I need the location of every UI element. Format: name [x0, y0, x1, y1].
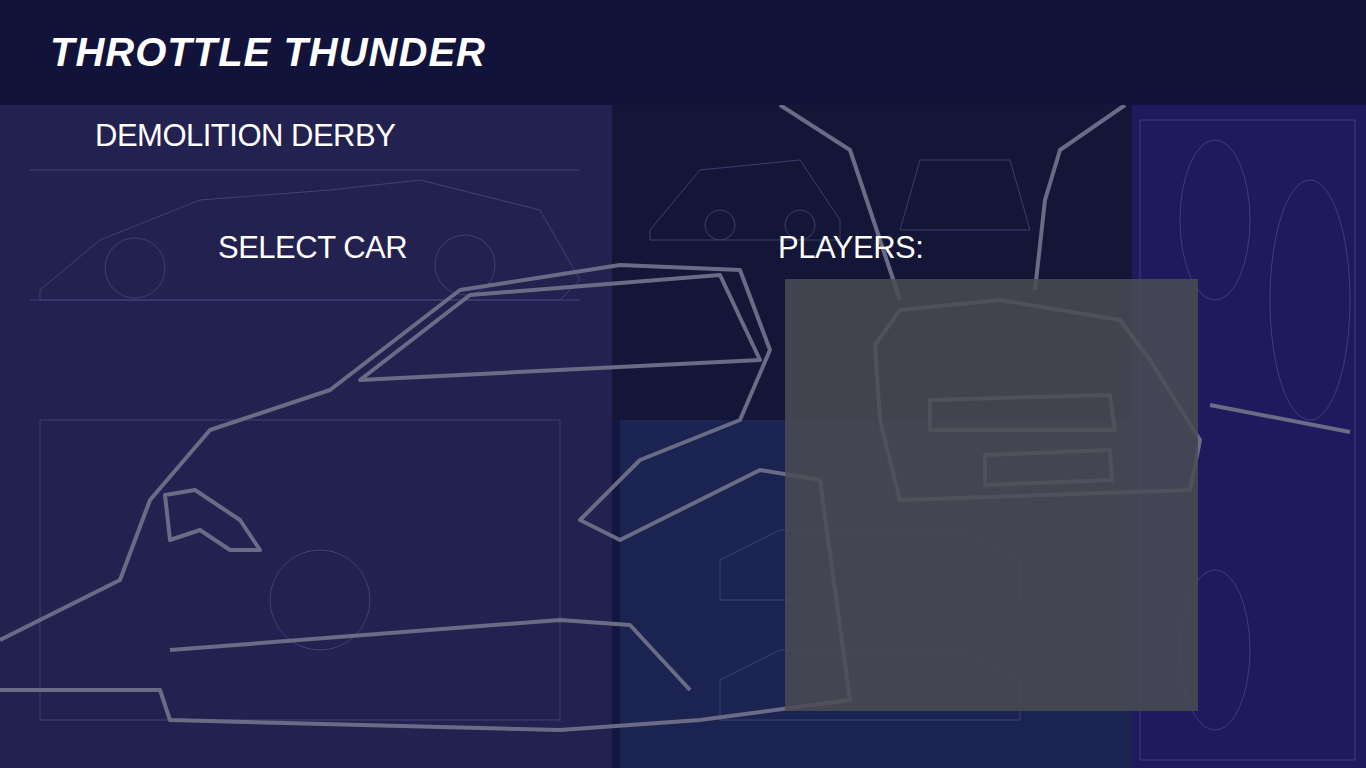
players-column: PLAYERS: [778, 229, 1198, 711]
top-bar: THROTTLE THUNDER [0, 0, 1366, 105]
game-title: THROTTLE THUNDER [50, 30, 486, 74]
select-car-column: SELECT CAR [218, 229, 778, 711]
selection-row: SELECT CAR PLAYERS: [95, 229, 1366, 711]
game-mode-label: DEMOLITION DERBY [95, 117, 1366, 155]
car-select-screen: DEMOLITION DERBY SELECT CAR PLAYERS: [0, 105, 1366, 768]
players-panel [785, 279, 1198, 711]
menu-content: DEMOLITION DERBY SELECT CAR PLAYERS: [0, 105, 1366, 711]
select-car-label[interactable]: SELECT CAR [218, 229, 778, 267]
players-label: PLAYERS: [778, 229, 1198, 267]
